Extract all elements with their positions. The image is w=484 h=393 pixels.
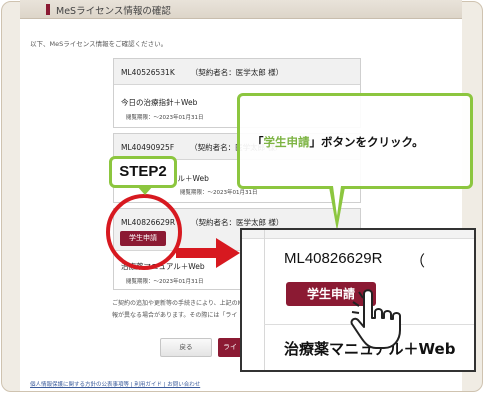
license-product: 今日の治療指針＋Web: [121, 98, 198, 107]
pointing-hand-icon: [350, 289, 401, 349]
header-accent-bar: [46, 4, 50, 15]
license-id: ML40490925F: [121, 143, 175, 152]
note-line-1: ご契約の追加や更新等の手続きにより、上記のM: [112, 300, 243, 307]
license-expiry: 閲覧期限：～2023年01月31日: [126, 115, 204, 121]
zoom-license-id: ML40826629R: [284, 250, 383, 267]
license-expiry: 閲覧期限：～2023年01月31日: [126, 279, 204, 285]
footer-links[interactable]: 個人情報保護に関する方針の公表事項等 | 利用ガイド | お問い合わせ: [30, 380, 200, 388]
license-holder: （契約者名：医学太郎 様）: [191, 218, 284, 227]
license-id: ML40526531K: [121, 68, 175, 77]
highlight-circle: [106, 194, 182, 270]
callout-pointer-inner: [333, 186, 341, 216]
zoom-left-border: [264, 230, 265, 370]
instruction-callout: 「学生申請」ボタンをクリック。: [237, 93, 473, 189]
license-card-header: ML40526531K （契約者名：医学太郎 様）: [114, 59, 360, 85]
license-expiry: 閲覧期限：～2023年01月31日: [180, 190, 258, 196]
callout-text: 「学生申請」ボタンをクリック。: [252, 134, 424, 150]
license-holder: （契約者名：医学太郎 様）: [190, 68, 284, 77]
page-header: MeSライセンス情報の確認: [20, 0, 462, 19]
callout-prefix: 「: [252, 135, 264, 149]
zoom-holder-fragment: （: [410, 252, 426, 270]
callout-suffix: 」ボタンをクリック。: [309, 135, 424, 149]
intro-text: 以下、MeSライセンス情報をご確認ください。: [30, 40, 168, 48]
step-badge: STEP2: [109, 156, 177, 188]
page-title: MeSライセンス情報の確認: [56, 6, 171, 17]
back-button[interactable]: 戻る: [160, 338, 212, 357]
note-line-2: 報が異なる場合があります。その際には「ライ: [112, 312, 238, 319]
red-arrow-icon: [176, 238, 240, 268]
callout-highlight: 学生申請: [263, 135, 310, 149]
zoom-top-strip: [242, 230, 474, 239]
